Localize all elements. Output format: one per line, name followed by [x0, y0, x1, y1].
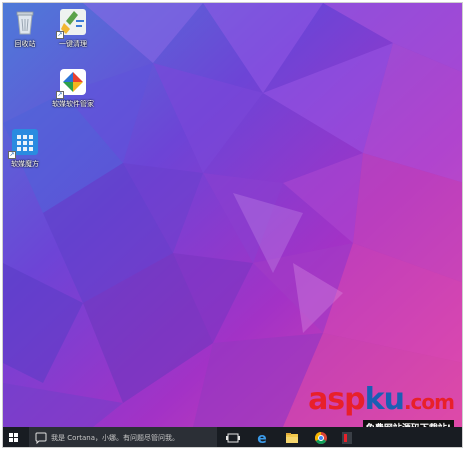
windows-logo-icon	[14, 433, 18, 437]
windows-logo-icon	[14, 438, 18, 442]
watermark-brand: aspku.com	[308, 385, 455, 416]
windows-logo-icon	[9, 433, 13, 437]
desktop-icon-one-click-cleanup[interactable]: ↗ 一键清理	[43, 7, 103, 49]
cortana-search-box[interactable]: 我是 Cortana，小娜。有问题尽管问我。	[29, 427, 217, 447]
task-view-icon[interactable]	[225, 427, 241, 448]
shortcut-arrow-icon: ↗	[8, 151, 16, 159]
watermark-brand-asp: asp	[308, 382, 366, 417]
chrome-icon[interactable]	[313, 427, 329, 448]
desktop-icon-software-manager[interactable]: ↗ 软媒软件管家	[43, 67, 103, 109]
watermark-brand-ku: ku	[364, 382, 405, 417]
cortana-chat-icon	[35, 432, 47, 444]
app-icon[interactable]	[339, 427, 355, 448]
rubik-cube-icon: ↗	[8, 127, 40, 159]
software-manager-icon: ↗	[56, 67, 88, 99]
svg-text:e: e	[257, 431, 267, 447]
desktop-icon-rubik-cube[interactable]: ↗ 软媒魔方	[3, 127, 55, 169]
start-button[interactable]	[3, 427, 25, 447]
edge-browser-icon[interactable]: e	[254, 427, 270, 448]
desktop-icon-label: 软媒魔方	[11, 160, 39, 168]
file-explorer-icon[interactable]	[284, 427, 300, 448]
desktop-screenshot: 回收站 ↗ 一键清理 ↗ 软媒软件管家 ↗ 软媒魔方 aspku.com 我是 …	[2, 2, 463, 448]
watermark-brand-com: .com	[403, 390, 455, 414]
cortana-search-placeholder: 我是 Cortana，小娜。有问题尽管问我。	[51, 434, 180, 442]
windows-logo-icon	[9, 438, 13, 442]
recycle-bin-icon	[10, 7, 40, 37]
desktop-icon-label: 一键清理	[59, 40, 87, 48]
shortcut-arrow-icon: ↗	[56, 31, 64, 39]
taskbar: 我是 Cortana，小娜。有问题尽管问我。 e	[3, 427, 462, 448]
shortcut-arrow-icon: ↗	[56, 91, 64, 99]
desktop-icon-label: 软媒软件管家	[52, 100, 94, 108]
broom-cleanup-icon: ↗	[56, 7, 88, 39]
